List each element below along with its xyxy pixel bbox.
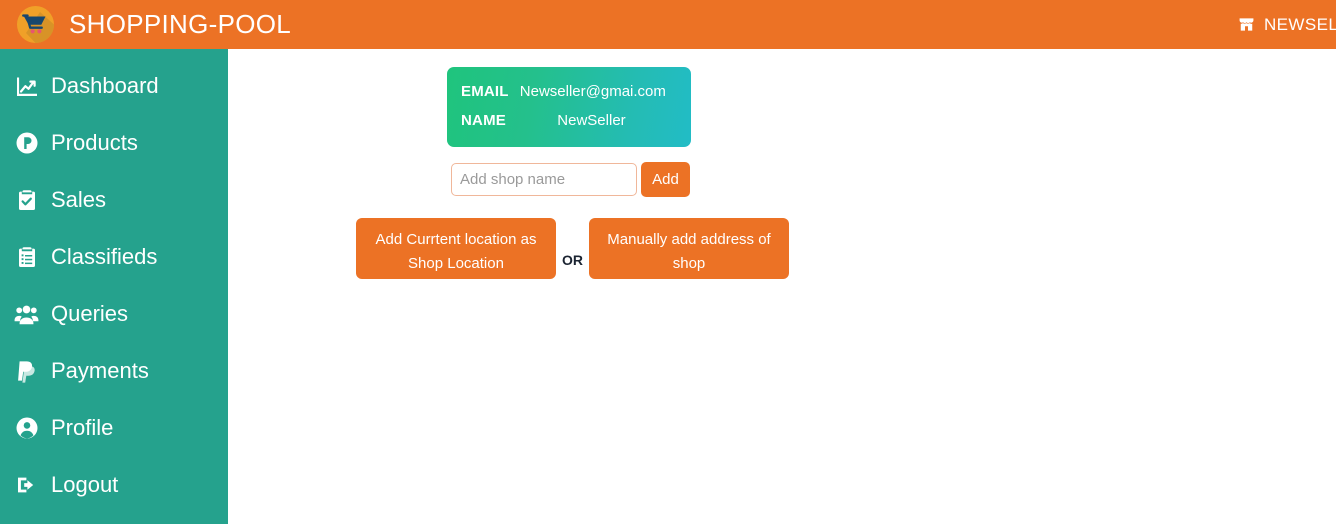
users-group-icon [14,301,39,326]
main-content: EMAIL Newseller@gmai.com NAME NewSeller … [228,49,1336,524]
sidebar-item-label: Payments [51,357,149,383]
sidebar-item-queries[interactable]: Queries [0,285,228,342]
sidebar-item-label: Products [51,129,138,155]
sidebar-item-logout[interactable]: Logout [0,456,228,513]
top-navbar: SHOPPING-POOL NEWSELLER [0,0,1336,49]
sidebar-item-label: Dashboard [51,72,159,98]
seller-info-card: EMAIL Newseller@gmai.com NAME NewSeller [447,67,691,147]
sidebar-item-dashboard[interactable]: Dashboard [0,57,228,114]
chart-line-icon [14,73,39,98]
navbar-user-link[interactable]: NEWSELLER [1238,15,1336,35]
sign-out-icon [14,472,39,497]
add-current-location-button[interactable]: Add Currtent location as Shop Location [356,218,556,279]
sidebar-item-label: Profile [51,414,114,440]
info-row-name: NAME NewSeller [447,106,691,135]
paypal-icon [14,358,39,383]
sidebar-item-label: Classifieds [51,243,158,269]
user-circle-icon [14,415,39,440]
sidebar-item-payments[interactable]: Payments [0,342,228,399]
shop-name-form: Add [451,162,690,197]
shop-name-input[interactable] [451,163,637,196]
manual-address-button[interactable]: Manually add address of shop [589,218,789,279]
info-row-email: EMAIL Newseller@gmai.com [447,77,691,106]
clipboard-check-icon [14,187,39,212]
store-icon [1238,16,1255,33]
sidebar-item-label: Sales [51,186,107,212]
sidebar-item-label: Logout [51,471,119,497]
sidebar-item-sales[interactable]: Sales [0,171,228,228]
navbar-right: NEWSELLER [1238,0,1336,49]
sidebar-item-label: Queries [51,300,129,326]
sidebar-item-classifieds[interactable]: Classifieds [0,228,228,285]
email-label: EMAIL [461,83,509,100]
shopping-cart-logo-icon [14,3,57,46]
sidebar: Dashboard Products Sales Classifieds Que… [0,49,228,524]
location-options: Add Currtent location as Shop Location O… [356,218,789,279]
brand-title: SHOPPING-POOL [69,9,292,39]
or-separator-label: OR [562,251,583,268]
circle-p-icon [14,130,39,155]
email-value: Newseller@gmai.com [519,83,666,100]
name-label: NAME [461,112,506,129]
navbar-user-name: NEWSELLER [1264,14,1336,34]
brand-link[interactable]: SHOPPING-POOL [14,3,291,46]
clipboard-list-icon [14,244,39,269]
app-root: SHOPPING-POOL NEWSELLER [0,0,1336,524]
add-shop-button[interactable]: Add [641,162,690,197]
sidebar-item-profile[interactable]: Profile [0,399,228,456]
sidebar-item-products[interactable]: Products [0,114,228,171]
name-value: NewSeller [557,112,626,129]
